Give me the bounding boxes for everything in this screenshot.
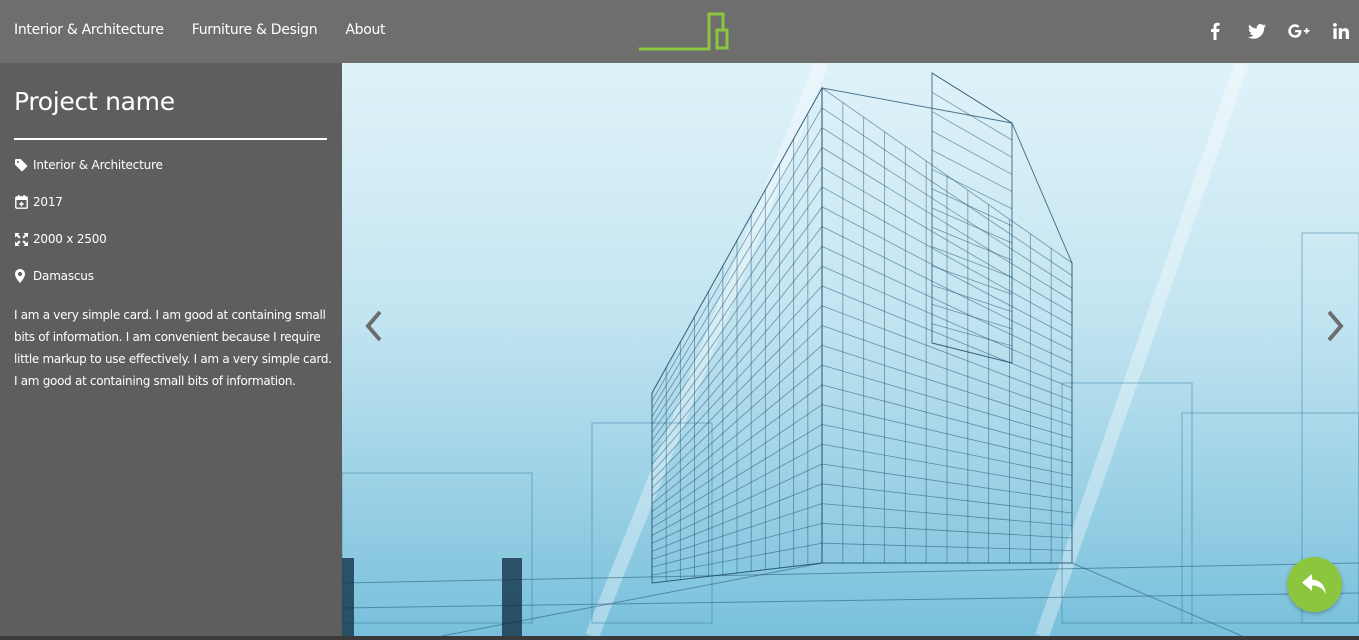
category-text: Interior & Architecture: [33, 158, 163, 172]
title-divider: [14, 138, 327, 140]
project-description: I am a very simple card. I am good at co…: [14, 308, 332, 388]
tag-icon: [15, 158, 29, 172]
location-text: Damascus: [33, 269, 94, 283]
facebook-icon[interactable]: [1203, 19, 1227, 43]
nav-link-interior-architecture[interactable]: Interior & Architecture: [14, 22, 164, 38]
linkedin-icon[interactable]: [1329, 19, 1353, 43]
map-marker-icon: [15, 269, 29, 283]
expand-icon: [15, 232, 29, 246]
bottom-strip: [0, 636, 1359, 640]
main-nav: Interior & Architecture Furniture & Desi…: [14, 22, 413, 38]
project-carousel[interactable]: [342, 63, 1359, 636]
dimensions-text: 2000 x 2500: [33, 232, 107, 246]
carousel-prev-button[interactable]: [354, 303, 394, 349]
project-title: Project name: [14, 87, 175, 116]
project-sidebar: Project name Interior & Architecture 201…: [0, 63, 342, 640]
nav-link-about[interactable]: About: [345, 22, 385, 38]
project-location: Damascus: [15, 269, 94, 283]
site-logo[interactable]: [637, 10, 731, 54]
chevron-left-icon: [365, 310, 382, 342]
reply-icon: [1301, 573, 1326, 594]
google-plus-icon[interactable]: [1287, 19, 1311, 43]
twitter-icon[interactable]: [1245, 19, 1269, 43]
project-category: Interior & Architecture: [15, 158, 163, 172]
chevron-right-icon: [1327, 310, 1344, 342]
nav-link-furniture-design[interactable]: Furniture & Design: [192, 22, 318, 38]
carousel-next-button[interactable]: [1315, 303, 1355, 349]
navbar: Interior & Architecture Furniture & Desi…: [0, 0, 1359, 63]
project-year: 2017: [15, 195, 63, 209]
calendar-plus-icon: [15, 195, 29, 209]
architecture-wireframe-image: [342, 63, 1359, 636]
project-dimensions: 2000 x 2500: [15, 232, 107, 246]
social-links: [1185, 19, 1353, 43]
back-button[interactable]: [1287, 557, 1342, 612]
year-text: 2017: [33, 195, 63, 209]
